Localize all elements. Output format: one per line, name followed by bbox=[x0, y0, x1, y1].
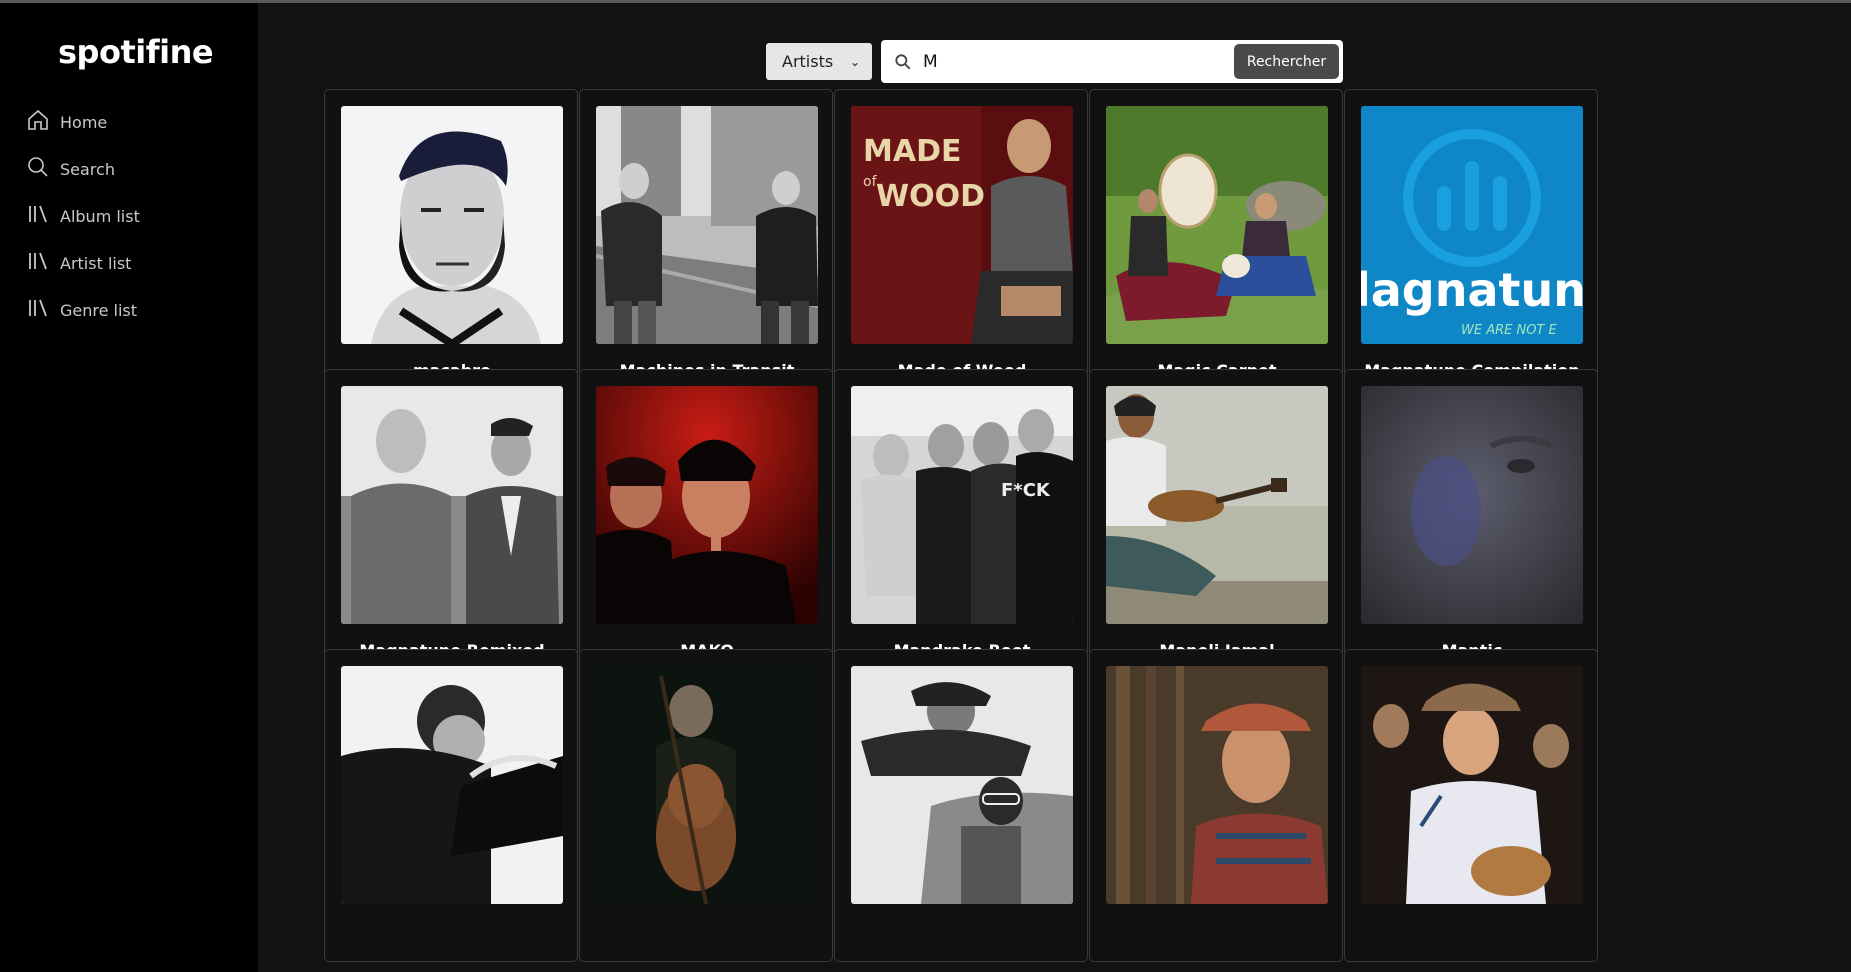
artist-card[interactable] bbox=[324, 649, 578, 962]
home-icon bbox=[26, 108, 50, 136]
artist-image bbox=[341, 666, 563, 904]
artist-image bbox=[596, 106, 818, 344]
sidebar-item-genre-list[interactable]: Genre list bbox=[26, 293, 137, 327]
sidebar-item-album-list[interactable]: Album list bbox=[26, 199, 140, 233]
select-value: Artists bbox=[782, 52, 834, 71]
app-logo[interactable]: spotifine bbox=[58, 33, 214, 71]
artist-card[interactable]: Machines in Transit bbox=[579, 89, 833, 402]
artist-image bbox=[596, 386, 818, 624]
library-icon bbox=[26, 202, 50, 230]
artist-card[interactable]: Magic Carpet bbox=[1089, 89, 1343, 402]
svg-text:MADE: MADE bbox=[863, 134, 961, 169]
svg-text:F*CK: F*CK bbox=[1001, 480, 1051, 501]
artist-image: F*CK bbox=[851, 386, 1073, 624]
search-button[interactable]: Rechercher bbox=[1234, 44, 1339, 79]
artist-image bbox=[1361, 666, 1583, 904]
artist-image bbox=[596, 666, 818, 904]
artist-card[interactable]: lagnatune WE ARE NOT E Magnatune Compila… bbox=[1344, 89, 1598, 402]
main-content: Artists ⌄ M Rechercher MADE WOOD of lagn… bbox=[258, 3, 1851, 972]
artist-card[interactable]: MADE WOOD of Made of Wood bbox=[834, 89, 1088, 402]
search-category-select[interactable]: Artists ⌄ bbox=[766, 43, 872, 80]
sidebar-item-label: Genre list bbox=[60, 300, 138, 320]
sidebar-item-label: Album list bbox=[60, 206, 140, 226]
sidebar-item-search[interactable]: Search bbox=[26, 152, 115, 186]
artist-card[interactable] bbox=[1344, 649, 1598, 962]
library-icon bbox=[26, 249, 50, 277]
artist-card[interactable]: Magnatune Remixed bbox=[324, 369, 578, 682]
search-icon bbox=[895, 53, 911, 69]
chevron-down-icon: ⌄ bbox=[849, 54, 860, 69]
artist-card[interactable] bbox=[1089, 649, 1343, 962]
svg-text:of: of bbox=[863, 174, 878, 190]
artist-image: MADE WOOD of bbox=[851, 106, 1073, 344]
sidebar: spotifine Home Search Album list Artist … bbox=[0, 3, 258, 972]
search-query: M bbox=[923, 51, 938, 72]
artist-image bbox=[851, 666, 1073, 904]
artist-image bbox=[1106, 666, 1328, 904]
artist-card[interactable]: Maneli Jamal bbox=[1089, 369, 1343, 682]
artist-image bbox=[341, 106, 563, 344]
sidebar-item-home[interactable]: Home bbox=[26, 105, 107, 139]
artist-image bbox=[1361, 386, 1583, 624]
artist-image bbox=[1106, 386, 1328, 624]
sidebar-item-label: Search bbox=[60, 159, 115, 179]
artist-image bbox=[1106, 106, 1328, 344]
artist-image: lagnatune WE ARE NOT E bbox=[1361, 106, 1583, 344]
search-icon bbox=[26, 155, 50, 183]
search-input[interactable]: M Rechercher bbox=[881, 40, 1343, 83]
sidebar-item-label: Artist list bbox=[60, 253, 132, 273]
artist-card[interactable] bbox=[579, 649, 833, 962]
artist-card[interactable]: Mantic bbox=[1344, 369, 1598, 682]
magnatune-logo-text: lagnatune bbox=[1361, 263, 1583, 317]
library-icon bbox=[26, 296, 50, 324]
artist-card[interactable]: MAKO bbox=[579, 369, 833, 682]
artist-card[interactable]: macabro bbox=[324, 89, 578, 402]
svg-text:WOOD: WOOD bbox=[876, 179, 985, 214]
search-bar: Artists ⌄ M Rechercher bbox=[766, 40, 1343, 83]
artist-image bbox=[341, 386, 563, 624]
artist-card[interactable]: F*CK Mandrake Root bbox=[834, 369, 1088, 682]
sidebar-item-label: Home bbox=[60, 112, 108, 132]
magnatune-logo-subtext: WE ARE NOT E bbox=[1461, 323, 1558, 338]
artist-card[interactable] bbox=[834, 649, 1088, 962]
sidebar-item-artist-list[interactable]: Artist list bbox=[26, 246, 131, 280]
